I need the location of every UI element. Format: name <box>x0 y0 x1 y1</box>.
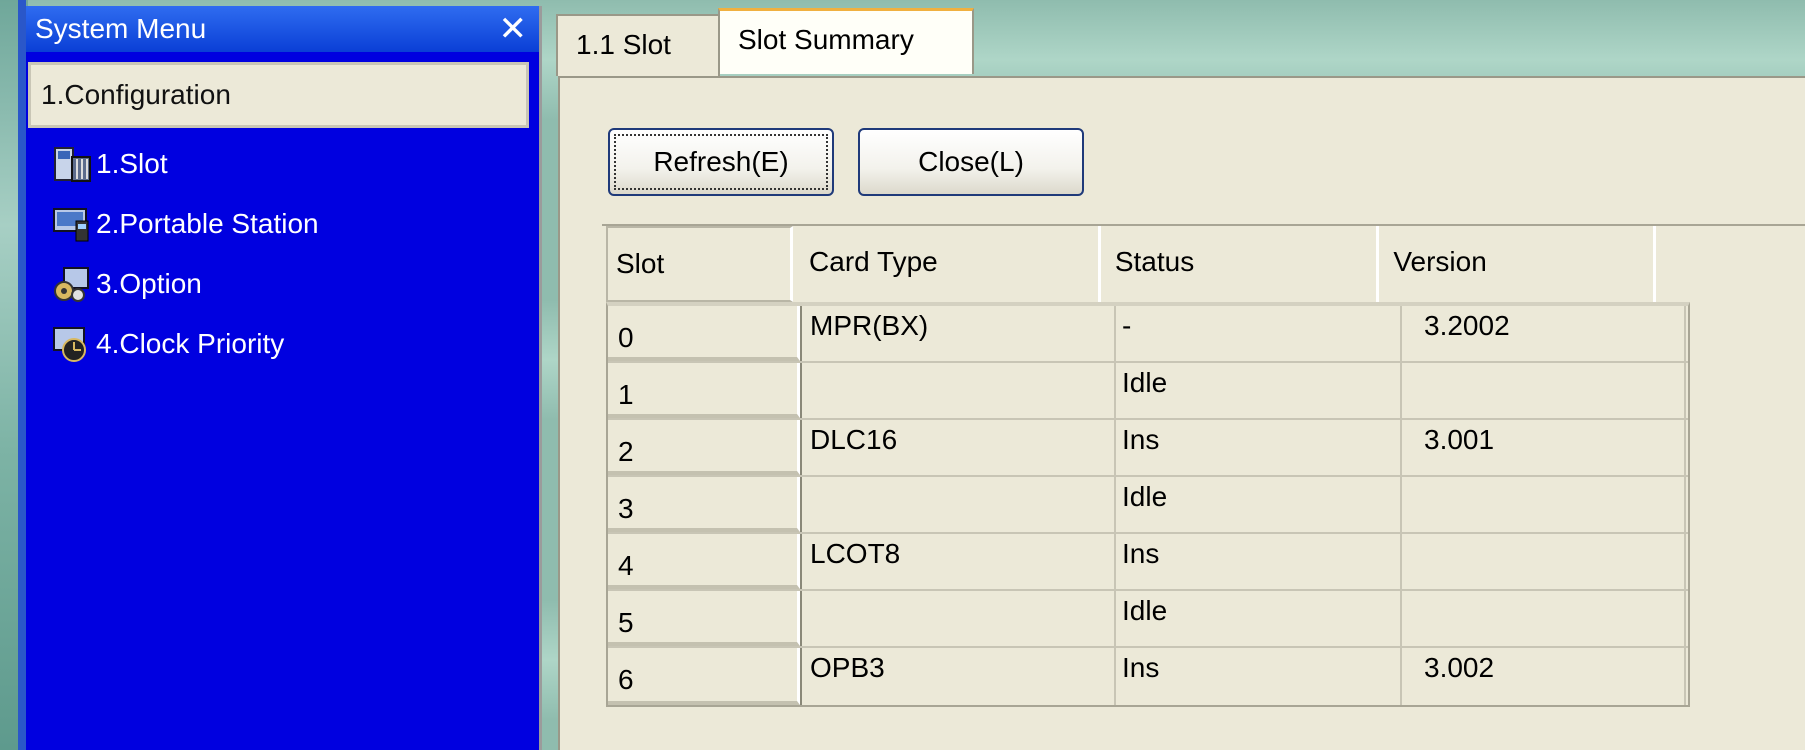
close-icon[interactable]: ✕ <box>499 6 528 52</box>
cell-slot: 4 <box>608 534 800 589</box>
menu-item-label: 2.Portable Station <box>96 208 319 239</box>
system-menu-title-bar: System Menu ✕ <box>26 6 539 52</box>
cell-slot: 3 <box>608 477 800 532</box>
table-row[interactable]: 3 Idle <box>608 477 1688 534</box>
option-gears-icon <box>54 267 89 302</box>
window-left-border <box>18 0 26 750</box>
cell-card-type <box>800 477 1116 532</box>
cell-status: - <box>1116 306 1402 361</box>
menu-section-configuration[interactable]: 1.Configuration <box>28 62 529 128</box>
cell-status: Idle <box>1116 591 1402 646</box>
column-header-version[interactable]: Version <box>1379 226 1656 302</box>
cell-slot: 1 <box>608 363 800 418</box>
cell-slot: 5 <box>608 591 800 646</box>
menu-item-slot[interactable]: 1.Slot <box>26 134 539 194</box>
table-row[interactable]: 5 Idle <box>608 591 1688 648</box>
menu-item-label: 1.Slot <box>96 148 168 179</box>
table-row[interactable]: 2 DLC16 Ins 3.001 <box>608 420 1688 477</box>
system-menu-panel: System Menu ✕ 1.Configuration 1.Slot 2.P… <box>26 6 542 750</box>
refresh-button[interactable]: Refresh(E) <box>608 128 834 196</box>
system-menu-title: System Menu <box>35 13 207 44</box>
cell-version: 3.001 <box>1402 420 1686 475</box>
cell-slot: 6 <box>608 648 800 705</box>
table-row[interactable]: 4 LCOT8 Ins <box>608 534 1688 591</box>
tab-slot[interactable]: 1.1 Slot <box>556 14 720 76</box>
slot-rack-icon <box>54 147 91 182</box>
menu-item-option[interactable]: 3.Option <box>26 254 539 314</box>
menu-item-list: 1.Slot 2.Portable Station 3.Option 4.Clo… <box>26 134 539 374</box>
portable-station-icon <box>53 208 89 242</box>
close-button[interactable]: Close(L) <box>858 128 1084 196</box>
cell-status: Ins <box>1116 420 1402 475</box>
cell-version <box>1402 591 1686 646</box>
slot-table: Slot Card Type Status Version 0 MPR(BX) … <box>606 226 1690 707</box>
cell-status: Ins <box>1116 534 1402 589</box>
cell-card-type <box>800 363 1116 418</box>
table-row[interactable]: 1 Idle <box>608 363 1688 420</box>
cell-status: Idle <box>1116 363 1402 418</box>
cell-version: 3.002 <box>1402 648 1686 705</box>
cell-status: Ins <box>1116 648 1402 705</box>
table-body: 0 MPR(BX) - 3.2002 1 Idle 2 DLC16 Ins 3.… <box>606 302 1690 707</box>
tab-slot-summary[interactable]: Slot Summary <box>718 8 974 74</box>
cell-card-type: DLC16 <box>800 420 1116 475</box>
cell-card-type: LCOT8 <box>800 534 1116 589</box>
cell-version <box>1402 477 1686 532</box>
cell-card-type: MPR(BX) <box>800 306 1116 361</box>
menu-item-portable-station[interactable]: 2.Portable Station <box>26 194 539 254</box>
column-header-card-type[interactable]: Card Type <box>793 226 1101 302</box>
menu-item-label: 4.Clock Priority <box>96 328 285 359</box>
cell-slot: 2 <box>608 420 800 475</box>
menu-item-label: 3.Option <box>96 268 202 299</box>
column-header-status[interactable]: Status <box>1100 226 1380 302</box>
menu-item-clock-priority[interactable]: 4.Clock Priority <box>26 314 539 374</box>
cell-card-type: OPB3 <box>800 648 1116 705</box>
cell-version <box>1402 534 1686 589</box>
table-row[interactable]: 0 MPR(BX) - 3.2002 <box>608 306 1688 363</box>
cell-version: 3.2002 <box>1402 306 1686 361</box>
cell-status: Idle <box>1116 477 1402 532</box>
cell-version <box>1402 363 1686 418</box>
table-header: Slot Card Type Status Version <box>606 226 1656 302</box>
table-row[interactable]: 6 OPB3 Ins 3.002 <box>608 648 1688 705</box>
cell-card-type <box>800 591 1116 646</box>
slot-summary-panel: Refresh(E) Close(L) Slot Card Type Statu… <box>558 76 1805 750</box>
clock-priority-icon <box>53 327 86 362</box>
column-header-slot[interactable]: Slot <box>606 226 794 302</box>
cell-slot: 0 <box>608 306 800 361</box>
